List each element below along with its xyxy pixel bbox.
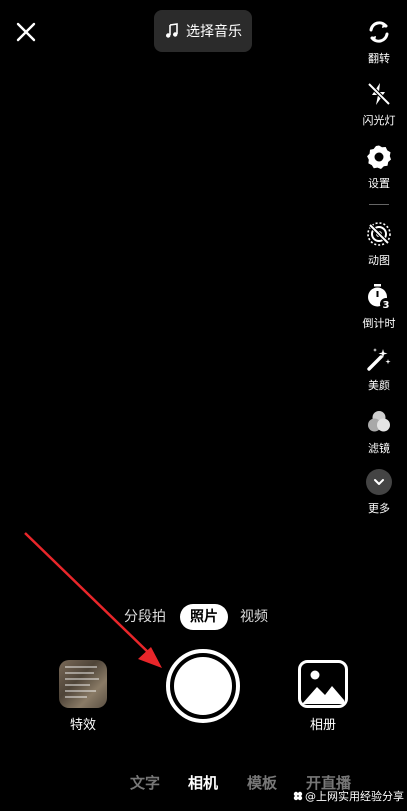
watermark-logo-icon xyxy=(293,791,303,801)
watermark: @上网实用经验分享 xyxy=(293,788,404,804)
flash-off-icon xyxy=(367,82,391,106)
chevron-down-icon xyxy=(374,479,384,485)
live-photo-button[interactable]: 动图 xyxy=(362,220,396,268)
flip-camera-button[interactable]: 翻转 xyxy=(362,18,396,66)
gear-icon xyxy=(367,145,391,169)
timer-label: 倒计时 xyxy=(362,317,396,330)
more-button[interactable]: 更多 xyxy=(362,468,396,516)
svg-text:3: 3 xyxy=(383,300,390,311)
settings-label: 设置 xyxy=(368,177,390,190)
mode-photo[interactable]: 照片 xyxy=(180,604,228,630)
music-note-icon xyxy=(166,23,178,38)
effects-thumbnail xyxy=(65,666,101,702)
beauty-label: 美颜 xyxy=(368,379,390,392)
effects-button[interactable] xyxy=(59,660,107,708)
filter-button[interactable]: 滤镜 xyxy=(362,408,396,456)
capture-mode-selector: 分段拍 照片 视频 xyxy=(0,604,407,630)
album-button[interactable] xyxy=(298,660,348,708)
live-photo-off-icon xyxy=(367,222,391,246)
select-music-button[interactable]: 选择音乐 xyxy=(154,10,252,52)
shutter-inner xyxy=(174,657,232,715)
tab-text[interactable]: 文字 xyxy=(130,772,160,793)
effects-label: 特效 xyxy=(69,718,96,733)
flip-camera-icon xyxy=(369,21,389,43)
mode-segmented[interactable]: 分段拍 xyxy=(124,604,166,630)
settings-button[interactable]: 设置 xyxy=(362,143,396,191)
timer-3s-icon: 3 xyxy=(368,284,392,311)
shutter-button[interactable] xyxy=(166,649,240,723)
filter-label: 滤镜 xyxy=(368,442,390,455)
more-label: 更多 xyxy=(368,502,390,515)
side-tools-divider xyxy=(369,204,389,205)
filter-circles-icon xyxy=(368,411,390,432)
select-music-label: 选择音乐 xyxy=(186,24,242,40)
close-icon xyxy=(16,22,36,42)
flash-button[interactable]: 闪光灯 xyxy=(362,80,396,128)
flash-label: 闪光灯 xyxy=(362,114,396,127)
tab-template[interactable]: 模板 xyxy=(247,772,277,793)
magic-wand-icon xyxy=(367,348,391,371)
beauty-button[interactable]: 美颜 xyxy=(362,345,396,393)
tab-camera[interactable]: 相机 xyxy=(188,772,218,793)
album-label: 相册 xyxy=(309,718,336,733)
watermark-text: @上网实用经验分享 xyxy=(305,790,404,803)
timer-button[interactable]: 3 倒计时 xyxy=(362,283,396,331)
live-photo-label: 动图 xyxy=(368,254,390,267)
mode-video[interactable]: 视频 xyxy=(240,604,268,630)
close-button[interactable] xyxy=(14,20,38,44)
flip-label: 翻转 xyxy=(368,52,390,65)
